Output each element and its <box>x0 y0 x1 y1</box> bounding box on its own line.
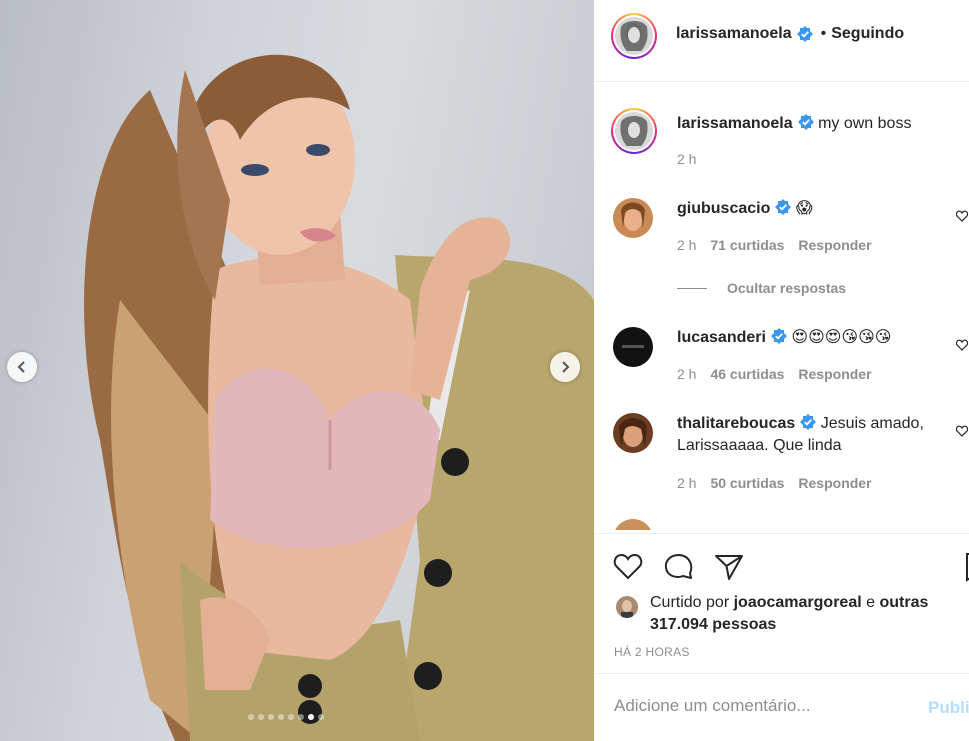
carousel-dot <box>248 714 254 720</box>
separator-dot: • <box>820 25 827 42</box>
post-side-panel: larissamanoela • Seguindo larissamanoela… <box>594 0 969 741</box>
verified-badge-icon <box>796 26 813 42</box>
caption-username[interactable]: larissamanoela <box>677 115 793 132</box>
reply-button[interactable]: Responder <box>798 475 871 491</box>
likes-prefix: Curtido por <box>650 594 730 611</box>
like-comment-icon[interactable] <box>956 339 968 351</box>
likes-connector: e <box>866 594 876 611</box>
save-bookmark-icon[interactable] <box>964 550 969 582</box>
comment-text: 😱 <box>795 200 813 217</box>
comment-avatar[interactable] <box>613 413 653 453</box>
following-button[interactable]: Seguindo <box>831 25 904 43</box>
like-comment-icon[interactable] <box>956 425 968 437</box>
post-time-ago[interactable]: HÁ 2 HORAS <box>614 645 690 659</box>
reply-button[interactable]: Responder <box>798 237 871 253</box>
carousel-dot <box>308 714 314 720</box>
likes-summary: Curtido por joaocamargoreal e outras 317… <box>616 592 956 636</box>
caption-avatar[interactable] <box>611 108 657 154</box>
comment-text: 😍😍😍😘😘😘 <box>791 329 892 346</box>
comment-time[interactable]: 2 h <box>677 237 696 253</box>
carousel-dot <box>318 714 324 720</box>
caption-time[interactable]: 2 h <box>677 151 696 167</box>
verified-badge-icon <box>800 414 817 430</box>
verified-badge-icon <box>775 199 792 215</box>
comment-time[interactable]: 2 h <box>677 475 696 491</box>
carousel-next-button[interactable] <box>550 352 580 382</box>
chevron-left-icon <box>17 361 25 373</box>
comment-avatar[interactable] <box>613 327 653 367</box>
comment-username[interactable]: giubuscacio <box>677 200 770 217</box>
carousel-dot <box>258 714 264 720</box>
reply-button[interactable]: Responder <box>798 366 871 382</box>
add-comment-bar: Publi <box>594 673 969 741</box>
carousel-dot <box>268 714 274 720</box>
carousel-indicator <box>248 714 324 720</box>
publish-button[interactable]: Publi <box>928 698 969 718</box>
carousel-dot <box>298 714 304 720</box>
author-avatar[interactable] <box>611 13 657 59</box>
post-header: larissamanoela • Seguindo <box>594 0 969 82</box>
chevron-right-icon <box>562 361 570 373</box>
liker-username[interactable]: joaocamargoreal <box>734 594 862 611</box>
comment-username[interactable]: thalitareboucas <box>677 415 795 432</box>
hide-replies-line <box>677 287 707 289</box>
comment-avatar[interactable] <box>613 198 653 238</box>
post-actions: Curtido por joaocamargoreal e outras 317… <box>594 533 969 673</box>
comment-bubble-icon[interactable] <box>663 550 695 582</box>
comment-likes[interactable]: 71 curtidas <box>710 237 784 253</box>
post-media[interactable] <box>0 0 594 741</box>
comment-input[interactable] <box>614 696 894 716</box>
like-heart-icon[interactable] <box>612 550 644 582</box>
share-paper-plane-icon[interactable] <box>713 550 745 582</box>
author-username[interactable]: larissamanoela <box>676 25 792 43</box>
liker-avatar[interactable] <box>616 596 638 618</box>
like-comment-icon[interactable] <box>956 210 968 222</box>
comment-likes[interactable]: 46 curtidas <box>710 366 784 382</box>
comments-list[interactable]: larissamanoela my own boss 2 h giubuscac… <box>594 83 969 530</box>
comment-time[interactable]: 2 h <box>677 366 696 382</box>
verified-badge-icon <box>797 114 814 130</box>
carousel-dot <box>278 714 284 720</box>
hide-replies-button[interactable]: Ocultar respostas <box>677 280 846 296</box>
caption-text: my own boss <box>818 115 912 132</box>
comment-avatar[interactable] <box>613 519 653 530</box>
comment-username[interactable]: lucasanderi <box>677 329 766 346</box>
carousel-prev-button[interactable] <box>7 352 37 382</box>
verified-badge-icon <box>770 328 787 344</box>
post-photo <box>84 54 594 741</box>
hide-replies-label: Ocultar respostas <box>727 280 847 296</box>
carousel-dot <box>288 714 294 720</box>
comment-likes[interactable]: 50 curtidas <box>710 475 784 491</box>
